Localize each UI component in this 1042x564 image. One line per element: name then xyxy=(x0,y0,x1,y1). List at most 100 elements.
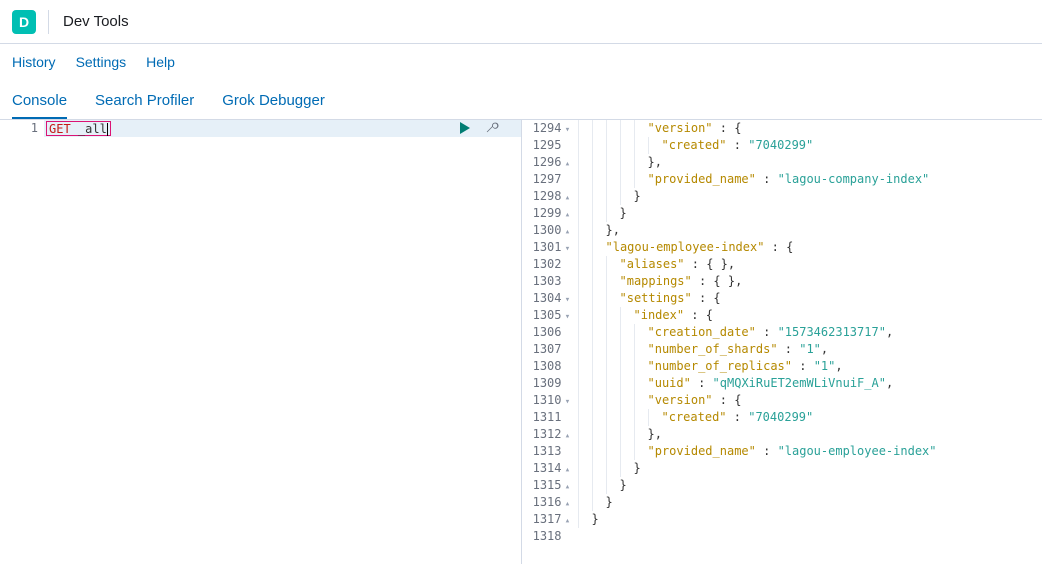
line-number: 1 xyxy=(0,120,38,137)
json-punct: : { }, xyxy=(685,256,736,273)
tab-search-profiler[interactable]: Search Profiler xyxy=(95,84,194,119)
indent-guide xyxy=(606,307,620,324)
indent-guide xyxy=(578,171,592,188)
subnav: History Settings Help xyxy=(0,44,1042,80)
tab-grok-debugger[interactable]: Grok Debugger xyxy=(222,84,325,119)
json-punct: } xyxy=(634,188,641,205)
indent-guide xyxy=(592,341,606,358)
line-number: 1317▴ xyxy=(522,511,572,528)
indent-guide xyxy=(634,137,648,154)
line-number: 1301▾ xyxy=(522,239,572,256)
indent-guide xyxy=(606,154,620,171)
indent-guide xyxy=(592,409,606,426)
indent-guide xyxy=(620,341,634,358)
response-pane[interactable]: ⋮ 1294▾12951296▴12971298▴1299▴1300▴1301▾… xyxy=(522,120,1042,564)
json-punct: : xyxy=(691,375,713,392)
indent-guide xyxy=(578,392,592,409)
indent-guide xyxy=(592,290,606,307)
json-punct: }, xyxy=(648,426,662,443)
indent-guide xyxy=(634,154,648,171)
indent-guide xyxy=(634,341,648,358)
indent-guide xyxy=(592,256,606,273)
request-actions xyxy=(459,120,499,137)
json-key: "number_of_replicas" xyxy=(648,358,793,375)
indent-guide xyxy=(620,188,634,205)
response-line: "version" : { xyxy=(578,120,1042,137)
indent-guide xyxy=(606,426,620,443)
indent-guide xyxy=(592,443,606,460)
indent-guide xyxy=(606,205,620,222)
request-input[interactable]: GET _all xyxy=(46,121,111,136)
response-line: } xyxy=(578,188,1042,205)
indent-guide xyxy=(606,341,620,358)
tab-console[interactable]: Console xyxy=(12,84,67,119)
response-line: } xyxy=(578,460,1042,477)
json-punct: } xyxy=(634,460,641,477)
json-punct: : { xyxy=(713,392,742,409)
tool-tabs: Console Search Profiler Grok Debugger xyxy=(0,80,1042,120)
json-string: "lagou-employee-index" xyxy=(778,443,937,460)
nav-help[interactable]: Help xyxy=(146,54,175,70)
indent-guide xyxy=(620,443,634,460)
response-line: } xyxy=(578,511,1042,528)
line-number: 1303 xyxy=(522,273,572,290)
json-punct: : { }, xyxy=(692,273,743,290)
app-badge[interactable]: D xyxy=(12,10,36,34)
response-line: } xyxy=(578,494,1042,511)
json-key: "aliases" xyxy=(620,256,685,273)
indent-guide xyxy=(606,409,620,426)
indent-guide xyxy=(592,307,606,324)
wrench-icon[interactable] xyxy=(485,120,499,137)
response-code[interactable]: "version" : {"created" : "7040299"},"pro… xyxy=(578,120,1042,564)
indent-guide xyxy=(578,477,592,494)
response-line: "index" : { xyxy=(578,307,1042,324)
line-number: 1304▾ xyxy=(522,290,572,307)
json-punct: , xyxy=(835,358,842,375)
response-line: "number_of_replicas" : "1", xyxy=(578,358,1042,375)
nav-settings[interactable]: Settings xyxy=(76,54,127,70)
indent-guide xyxy=(634,375,648,392)
indent-guide xyxy=(578,375,592,392)
nav-history[interactable]: History xyxy=(12,54,56,70)
indent-guide xyxy=(606,443,620,460)
response-line: "mappings" : { }, xyxy=(578,273,1042,290)
response-gutter: 1294▾12951296▴12971298▴1299▴1300▴1301▾13… xyxy=(522,120,578,564)
json-key: "settings" xyxy=(620,290,692,307)
indent-guide xyxy=(620,120,634,137)
indent-guide xyxy=(578,290,592,307)
request-pane[interactable]: 1 GET _all xyxy=(0,120,522,564)
json-punct: } xyxy=(592,511,599,528)
json-punct: : { xyxy=(692,290,721,307)
play-icon[interactable] xyxy=(459,121,471,137)
json-punct: : xyxy=(756,171,778,188)
json-punct: }, xyxy=(648,154,662,171)
json-key: "uuid" xyxy=(648,375,691,392)
json-key: "lagou-employee-index" xyxy=(606,239,765,256)
indent-guide xyxy=(578,256,592,273)
indent-guide xyxy=(578,205,592,222)
indent-guide xyxy=(578,273,592,290)
json-key: "provided_name" xyxy=(648,443,756,460)
json-key: "provided_name" xyxy=(648,171,756,188)
indent-guide xyxy=(620,358,634,375)
json-punct: : { xyxy=(713,120,742,137)
json-string: "1573462313717" xyxy=(778,324,886,341)
indent-guide xyxy=(620,154,634,171)
indent-guide xyxy=(620,324,634,341)
json-punct: } xyxy=(606,494,613,511)
indent-guide xyxy=(592,477,606,494)
line-number: 1296▴ xyxy=(522,154,572,171)
response-line xyxy=(578,528,1042,545)
line-number: 1316▴ xyxy=(522,494,572,511)
response-line: "number_of_shards" : "1", xyxy=(578,341,1042,358)
indent-guide xyxy=(620,392,634,409)
response-line: }, xyxy=(578,222,1042,239)
indent-guide xyxy=(592,239,606,256)
line-number: 1307 xyxy=(522,341,572,358)
response-line: "aliases" : { }, xyxy=(578,256,1042,273)
response-line: }, xyxy=(578,154,1042,171)
json-punct: } xyxy=(620,205,627,222)
indent-guide xyxy=(606,290,620,307)
indent-guide xyxy=(620,307,634,324)
indent-guide xyxy=(592,426,606,443)
